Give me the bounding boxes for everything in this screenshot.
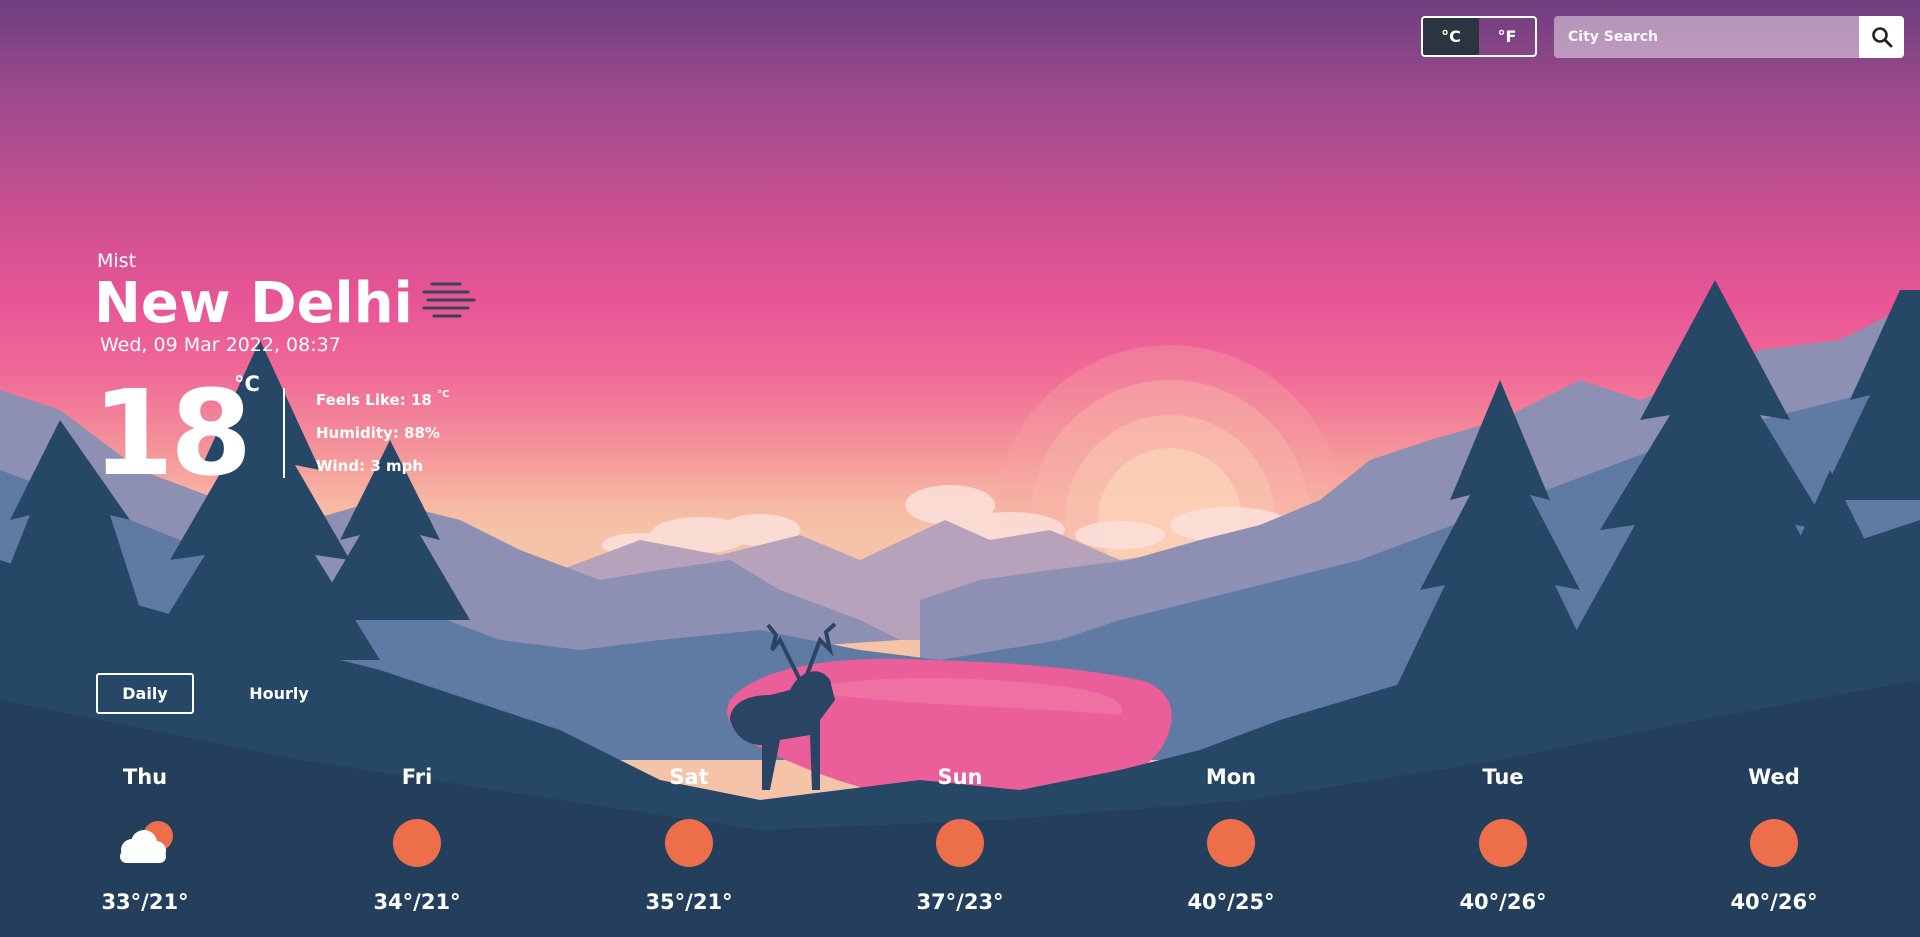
- sun-icon: [936, 819, 984, 867]
- forecast-day: Wed 40°/26°: [1674, 760, 1874, 914]
- forecast-day: Mon 40°/25°: [1131, 760, 1331, 914]
- forecast-day-name: Mon: [1205, 765, 1257, 789]
- forecast-temps: 40°/26°: [1730, 890, 1818, 914]
- current-temperature: 18: [92, 364, 252, 502]
- forecast-icon-wrap: [1674, 808, 1874, 878]
- tab-daily[interactable]: Daily: [96, 673, 194, 714]
- forecast-temps: 37°/23°: [916, 890, 1004, 914]
- wind: Wind: 3 mph: [316, 457, 424, 475]
- city-name: New Delhi: [94, 271, 413, 336]
- search-icon: [1871, 27, 1892, 48]
- forecast-day: Sat 35°/21°: [589, 760, 789, 914]
- forecast-temps: 40°/25°: [1187, 890, 1275, 914]
- forecast-icon-wrap: [317, 808, 517, 878]
- sun-icon: [1207, 819, 1255, 867]
- feels-like-text: Feels Like: 18: [316, 391, 432, 409]
- forecast-day-name: Sat: [669, 765, 709, 789]
- unit-toggle: °C °F: [1421, 16, 1537, 57]
- sun-icon: [393, 819, 441, 867]
- forecast-temps: 34°/21°: [373, 890, 461, 914]
- forecast-day: Tue 40°/26°: [1403, 760, 1603, 914]
- feels-like: Feels Like: 18 °C: [316, 389, 450, 409]
- tab-hourly[interactable]: Hourly: [232, 673, 326, 714]
- forecast-temps: 40°/26°: [1459, 890, 1547, 914]
- sun-icon: [1750, 819, 1798, 867]
- mist-icon: [422, 282, 476, 318]
- humidity: Humidity: 88%: [316, 424, 440, 442]
- forecast-icon-wrap: [1403, 808, 1603, 878]
- sun-icon: [1479, 819, 1527, 867]
- sun-icon: [665, 819, 713, 867]
- forecast-temps: 35°/21°: [645, 890, 733, 914]
- forecast-day-name: Wed: [1748, 765, 1800, 789]
- fahrenheit-button[interactable]: °F: [1479, 18, 1535, 55]
- city-search-input[interactable]: [1554, 16, 1859, 58]
- forecast-day-name: Fri: [401, 765, 433, 789]
- forecast-day: Sun 37°/23°: [860, 760, 1060, 914]
- forecast-icon-wrap: [1131, 808, 1331, 878]
- forecast-day-name: Sun: [937, 765, 983, 789]
- city-search: [1554, 16, 1904, 58]
- forecast-day: Thu 33°/21°: [45, 760, 245, 914]
- forecast-day-name: Thu: [122, 765, 168, 789]
- divider: [283, 388, 285, 478]
- temperature-unit: °C: [234, 372, 260, 396]
- forecast-day-name: Tue: [1482, 765, 1524, 789]
- celsius-button[interactable]: °C: [1423, 18, 1479, 55]
- feels-like-unit: °C: [437, 389, 450, 400]
- partly-cloudy-icon: [120, 821, 173, 863]
- forecast-icon-wrap: [589, 808, 789, 878]
- weather-app: °C °F Mist New Delhi Wed, 09 Mar 2022, 0…: [0, 0, 1920, 937]
- forecast-icon-wrap: [45, 808, 245, 878]
- forecast-icon-wrap: [860, 808, 1060, 878]
- forecast-day: Fri 34°/21°: [317, 760, 517, 914]
- forecast-temps: 33°/21°: [101, 890, 189, 914]
- search-button[interactable]: [1859, 16, 1904, 58]
- date-time: Wed, 09 Mar 2022, 08:37: [100, 334, 341, 356]
